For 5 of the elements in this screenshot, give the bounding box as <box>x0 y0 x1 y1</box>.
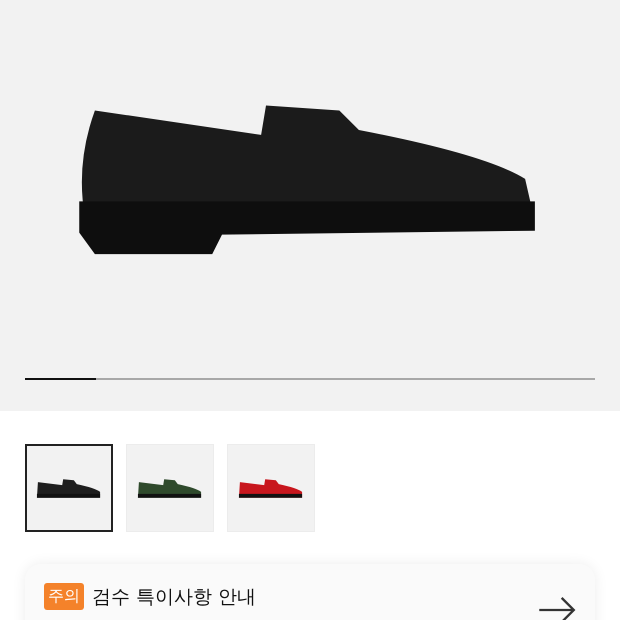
product-thumbnail[interactable] <box>25 444 113 532</box>
notice-title: 검수 특이사항 안내 <box>92 584 256 610</box>
arrow-right-icon[interactable] <box>538 596 576 620</box>
warning-badge: 주의 <box>44 583 84 610</box>
notice-card[interactable]: 주의 검수 특이사항 안내 <box>25 564 595 620</box>
